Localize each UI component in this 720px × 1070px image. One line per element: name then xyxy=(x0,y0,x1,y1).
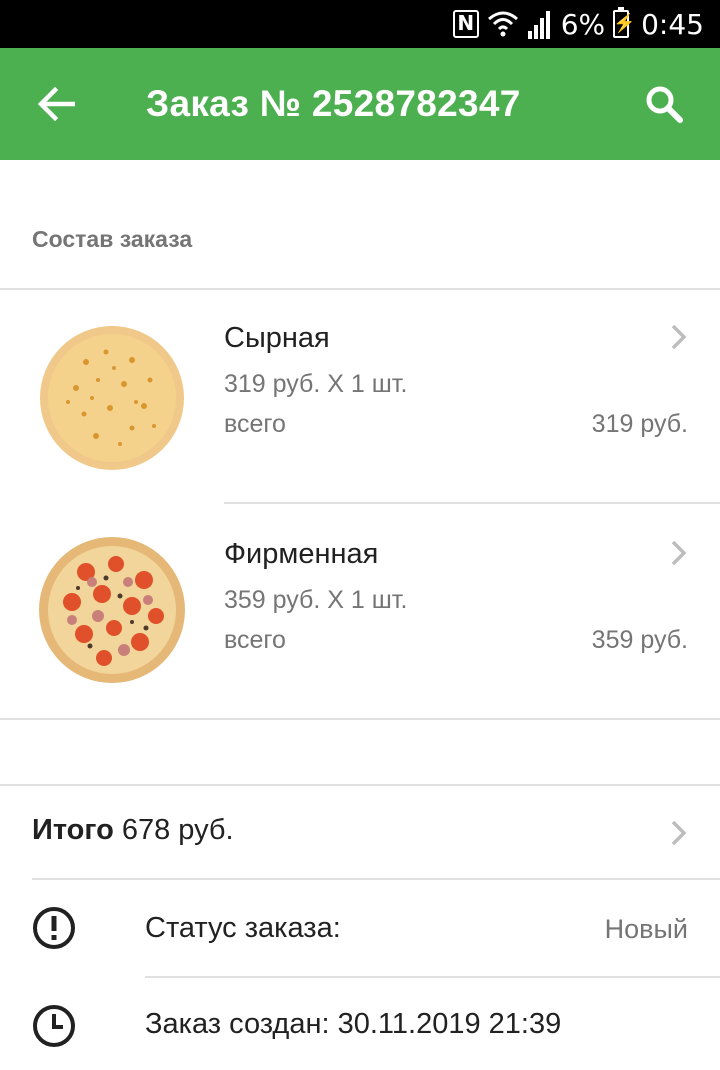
item-name: Фирменная xyxy=(224,538,379,570)
created-text: Заказ создан: 30.11.2019 21:39 xyxy=(145,1008,562,1040)
chevron-right-icon xyxy=(671,324,687,350)
page-title: Заказ № 2528782347 xyxy=(146,83,521,124)
order-created-row: Заказ создан: 30.11.2019 21:39 xyxy=(0,978,720,1070)
clock-time: 0:45 xyxy=(641,7,704,41)
item-total-label: всего xyxy=(224,626,286,654)
total-label: Итого xyxy=(32,814,114,846)
item-price-quantity: 359 руб. X 1 шт. xyxy=(224,586,408,614)
clock-icon xyxy=(33,1005,75,1047)
order-total-row[interactable]: Итого 678 руб. xyxy=(0,786,720,880)
order-item[interactable]: Сырная 319 руб. X 1 шт. всего 319 руб. xyxy=(0,290,720,502)
status-label: Статус заказа: xyxy=(145,912,341,944)
back-button[interactable] xyxy=(28,76,84,132)
order-status-row: Статус заказа: Новый xyxy=(0,880,720,976)
battery-percent: 6% xyxy=(560,7,606,41)
item-price-quantity: 319 руб. X 1 шт. xyxy=(224,370,408,398)
total-value: 678 руб. xyxy=(121,814,234,846)
nfc-icon: N xyxy=(452,10,479,38)
order-total: Итого 678 руб. xyxy=(32,814,234,847)
app-toolbar: Заказ № 2528782347 xyxy=(0,48,720,160)
order-item[interactable]: Фирменная 359 руб. X 1 шт. всего 359 руб… xyxy=(0,506,720,718)
item-total-value: 359 руб. xyxy=(591,626,688,654)
item-total-value: 319 руб. xyxy=(591,410,688,438)
status-icons: N 6% 0:45 xyxy=(452,0,704,48)
section-title: Состав заказа xyxy=(32,226,193,252)
signal-icon xyxy=(527,11,550,39)
item-name: Сырная xyxy=(224,322,330,354)
status-value: Новый xyxy=(604,914,688,944)
search-button[interactable] xyxy=(636,76,692,132)
alert-circle-icon xyxy=(33,907,75,949)
divider xyxy=(0,718,720,720)
chevron-right-icon xyxy=(671,820,687,846)
item-total-label: всего xyxy=(224,410,286,438)
chevron-right-icon xyxy=(671,540,687,566)
arrow-back-icon xyxy=(37,87,75,121)
signature-pizza-image xyxy=(39,537,185,683)
wifi-icon xyxy=(487,11,518,37)
divider xyxy=(224,502,720,504)
status-bar: N 6% 0:45 xyxy=(0,0,720,48)
battery-charging-icon xyxy=(613,7,636,38)
cheese-pizza-image xyxy=(40,326,184,470)
search-icon xyxy=(646,86,683,123)
